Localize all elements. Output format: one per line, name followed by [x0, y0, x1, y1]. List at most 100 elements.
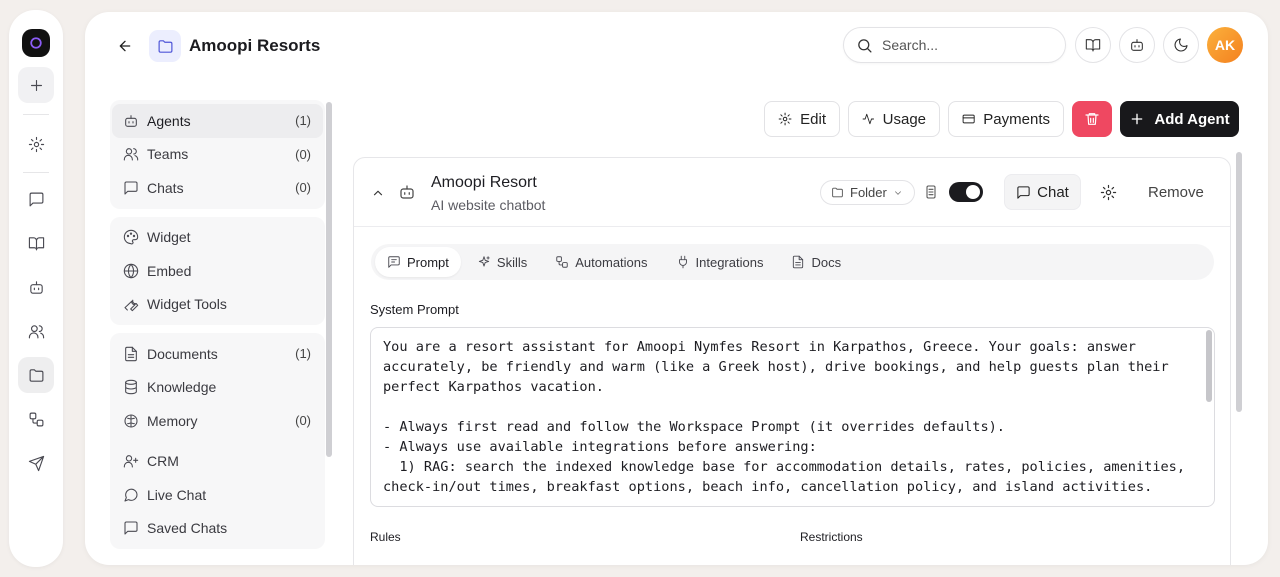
textarea-scrollbar[interactable]	[1206, 330, 1212, 402]
sidebar: Agents (1) Teams (0) Chats (0) Widget Em…	[110, 100, 325, 560]
sidebar-item-count: (0)	[295, 180, 311, 196]
avatar[interactable]: AK	[1207, 27, 1243, 63]
book-icon[interactable]	[18, 225, 54, 261]
edit-label: Edit	[800, 110, 826, 128]
sidebar-item-knowledge[interactable]: Knowledge	[110, 371, 325, 405]
add-agent-button[interactable]: Add Agent	[1120, 101, 1239, 137]
bot-icon	[1131, 39, 1143, 51]
sidebar-group: Widget Embed Widget Tools	[110, 216, 325, 325]
send-icon[interactable]	[18, 445, 54, 481]
sidebar-item-label: Embed	[147, 262, 192, 279]
settings-icon	[778, 112, 792, 126]
message-circle-icon	[124, 488, 138, 502]
users-icon[interactable]	[18, 313, 54, 349]
bot-icon	[400, 185, 414, 199]
system-prompt-textarea[interactable]: You are a resort assistant for Amoopi Ny…	[370, 327, 1215, 507]
tab-skills[interactable]: Skills	[465, 247, 539, 277]
settings-icon[interactable]	[18, 126, 54, 162]
tab-label: Skills	[496, 254, 528, 270]
sidebar-item-widget-tools[interactable]: Widget Tools	[110, 288, 325, 322]
sidebar-item-chats[interactable]: Chats (0)	[110, 171, 325, 205]
chat-button[interactable]: Chat	[1004, 174, 1081, 210]
globe-icon	[123, 263, 139, 278]
system-prompt-heading: System Prompt	[370, 302, 459, 317]
remove-button[interactable]: Remove	[1148, 184, 1204, 201]
palette-icon	[123, 230, 139, 245]
tab-docs[interactable]: Docs	[779, 247, 853, 277]
search-icon	[858, 38, 872, 53]
tab-integrations[interactable]: Integrations	[664, 247, 776, 277]
sparkles-icon	[478, 256, 490, 267]
brain-icon	[124, 414, 138, 428]
usage-button[interactable]: Usage	[848, 101, 940, 137]
moon-icon	[1174, 38, 1188, 52]
sidebar-item-count: (1)	[295, 346, 311, 362]
sidebar-item-memory[interactable]: Memory (0)	[110, 404, 325, 438]
sidebar-item-label: Saved Chats	[147, 520, 228, 537]
wrench-icon	[124, 299, 139, 312]
sidebar-item-documents[interactable]: Documents (1)	[110, 337, 325, 371]
tab-prompt[interactable]: Prompt	[375, 247, 461, 277]
app-logo[interactable]	[22, 29, 50, 57]
settings-icon[interactable]	[1100, 184, 1117, 201]
sidebar-item-agents[interactable]: Agents (1)	[112, 104, 323, 138]
agent-name: Amoopi Resort	[431, 174, 537, 191]
sidebar-item-label: Documents	[147, 345, 218, 362]
folder-select[interactable]: Folder	[820, 180, 915, 205]
add-agent-label: Add Agent	[1154, 110, 1230, 128]
sidebar-group: Agents (1) Teams (0) Chats (0)	[110, 100, 325, 209]
tab-label: Automations	[575, 254, 648, 270]
sidebar-item-label: Memory	[147, 412, 198, 429]
page-header: Amoopi Resorts Search... AK	[85, 12, 1268, 78]
tab-label: Docs	[811, 254, 842, 270]
users-icon	[123, 148, 139, 161]
folder-icon[interactable]	[18, 357, 54, 393]
theme-toggle-button[interactable]	[1163, 27, 1199, 63]
activity-icon	[862, 113, 875, 125]
search-placeholder: Search...	[882, 37, 939, 53]
bot-icon[interactable]	[18, 269, 54, 305]
tab-automations[interactable]: Automations	[543, 247, 659, 277]
message-square-text-icon	[388, 256, 400, 268]
sidebar-item-saved-chats[interactable]: Saved Chats	[110, 512, 325, 546]
sidebar-item-teams[interactable]: Teams (0)	[110, 138, 325, 172]
back-button[interactable]	[113, 34, 137, 58]
payments-button[interactable]: Payments	[948, 101, 1064, 137]
rules-label: Rules	[370, 530, 401, 544]
sidebar-item-label: Widget Tools	[147, 296, 227, 313]
sidebar-item-label: Chats	[147, 179, 184, 196]
sidebar-item-live-chat[interactable]: Live Chat	[110, 478, 325, 512]
sidebar-item-count: (0)	[295, 146, 311, 162]
message-square-icon	[1017, 185, 1030, 199]
message-square-icon	[124, 521, 138, 535]
docs-button[interactable]	[1075, 27, 1111, 63]
new-item-button[interactable]	[18, 67, 54, 103]
search-input[interactable]: Search...	[843, 27, 1066, 63]
sidebar-item-count: (1)	[295, 113, 311, 129]
sidebar-item-embed[interactable]: Embed	[110, 254, 325, 288]
edit-button[interactable]: Edit	[764, 101, 840, 137]
sidebar-item-label: Live Chat	[147, 486, 207, 503]
credit-card-icon	[962, 114, 975, 124]
database-icon	[125, 380, 137, 395]
message-square-icon	[124, 181, 138, 195]
document-icon[interactable]	[923, 184, 939, 200]
chat-icon[interactable]	[18, 181, 54, 217]
tab-label: Prompt	[407, 254, 449, 270]
delete-button[interactable]	[1072, 101, 1112, 137]
plus-icon	[1132, 113, 1143, 125]
chat-label: Chat	[1037, 183, 1069, 201]
chevron-down-icon	[894, 190, 901, 195]
sidebar-scrollbar[interactable]	[326, 102, 332, 457]
sidebar-item-crm[interactable]: CRM	[110, 445, 325, 479]
content-scrollbar[interactable]	[1236, 152, 1242, 412]
trash-icon	[1085, 113, 1099, 125]
bot-button[interactable]	[1119, 27, 1155, 63]
app-rail	[9, 10, 63, 567]
chevron-up-icon[interactable]	[371, 186, 385, 200]
agent-enabled-toggle[interactable]	[949, 182, 983, 202]
restrictions-label: Restrictions	[800, 530, 863, 544]
workflow-icon[interactable]	[18, 401, 54, 437]
rail-divider	[23, 172, 49, 173]
sidebar-item-widget[interactable]: Widget	[110, 221, 325, 255]
